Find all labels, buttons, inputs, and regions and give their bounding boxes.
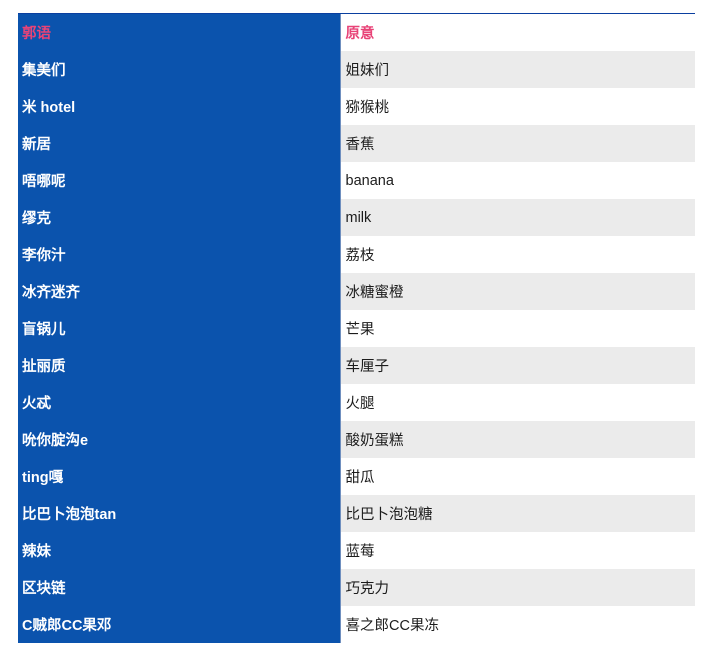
- slang-cell: 扯丽质: [18, 347, 341, 384]
- slang-cell: 火忒: [18, 384, 341, 421]
- meaning-cell: 火腿: [340, 384, 695, 421]
- table-row: 区块链 巧克力: [18, 569, 695, 606]
- slang-cell: 米 hotel: [18, 88, 341, 125]
- meaning-cell: milk: [340, 199, 695, 236]
- table-row: 缪克 milk: [18, 199, 695, 236]
- meaning-cell: 香蕉: [340, 125, 695, 162]
- slang-cell: 冰齐迷齐: [18, 273, 341, 310]
- table-row: 集美们 姐妹们: [18, 51, 695, 88]
- table-row: ting嘎 甜瓜: [18, 458, 695, 495]
- table-row: 米 hotel 猕猴桃: [18, 88, 695, 125]
- slang-cell: ting嘎: [18, 458, 341, 495]
- slang-cell: 吮你腚沟e: [18, 421, 341, 458]
- slang-cell: 比巴卜泡泡tan: [18, 495, 341, 532]
- table-row: 火忒 火腿: [18, 384, 695, 421]
- meaning-cell: 甜瓜: [340, 458, 695, 495]
- header-meaning: 原意: [340, 14, 695, 51]
- table-header-row: 郭语 原意: [18, 14, 695, 51]
- meaning-cell: banana: [340, 162, 695, 199]
- slang-cell: 李你汁: [18, 236, 341, 273]
- meaning-cell: 比巴卜泡泡糖: [340, 495, 695, 532]
- meaning-cell: 荔枝: [340, 236, 695, 273]
- slang-cell: 区块链: [18, 569, 341, 606]
- slang-cell: C贼郎CC果邓: [18, 606, 341, 643]
- table-row: 唔哪呢 banana: [18, 162, 695, 199]
- table-row: C贼郎CC果邓 喜之郎CC果冻: [18, 606, 695, 643]
- slang-cell: 集美们: [18, 51, 341, 88]
- meaning-cell: 酸奶蛋糕: [340, 421, 695, 458]
- translation-table-container: 郭语 原意 集美们 姐妹们米 hotel 猕猴桃 新居 香蕉 唔哪呢 banana 缪克 mil…: [18, 13, 695, 647]
- meaning-cell: 车厘子: [340, 347, 695, 384]
- meaning-cell: 芒果: [340, 310, 695, 347]
- slang-cell: 缪克: [18, 199, 341, 236]
- table-body: 集美们 姐妹们米 hotel 猕猴桃 新居 香蕉 唔哪呢 banana 缪克 milk 李你汁 荔枝…: [18, 51, 695, 643]
- table-row: 吮你腚沟e 酸奶蛋糕: [18, 421, 695, 458]
- meaning-cell: 巧克力: [340, 569, 695, 606]
- meaning-cell: 猕猴桃: [340, 88, 695, 125]
- header-slang: 郭语: [18, 14, 341, 51]
- meaning-cell: 姐妹们: [340, 51, 695, 88]
- table-row: 冰齐迷齐 冰糖蜜橙: [18, 273, 695, 310]
- table-row: 李你汁 荔枝: [18, 236, 695, 273]
- table-row: 扯丽质 车厘子: [18, 347, 695, 384]
- table-row: 辣妹 蓝莓: [18, 532, 695, 569]
- slang-cell: 辣妹: [18, 532, 341, 569]
- meaning-cell: 蓝莓: [340, 532, 695, 569]
- slang-cell: 新居: [18, 125, 341, 162]
- table-row: 比巴卜泡泡tan 比巴卜泡泡糖: [18, 495, 695, 532]
- translation-table: 郭语 原意 集美们 姐妹们米 hotel 猕猴桃 新居 香蕉 唔哪呢 banana 缪克 mil…: [18, 14, 695, 643]
- table-row: 新居 香蕉: [18, 125, 695, 162]
- meaning-cell: 冰糖蜜橙: [340, 273, 695, 310]
- meaning-cell: 喜之郎CC果冻: [340, 606, 695, 643]
- table-row: 盲锅儿 芒果: [18, 310, 695, 347]
- slang-cell: 唔哪呢: [18, 162, 341, 199]
- slang-cell: 盲锅儿: [18, 310, 341, 347]
